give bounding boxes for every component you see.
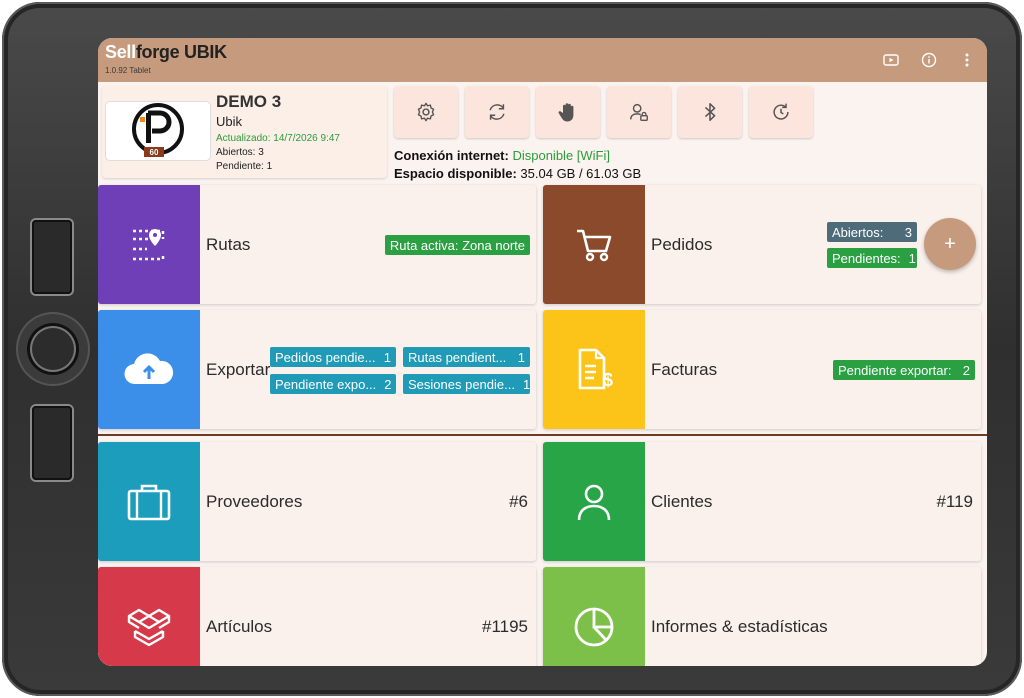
pedidos-square — [543, 185, 645, 304]
hand-button[interactable] — [536, 86, 600, 138]
settings-button[interactable] — [394, 86, 458, 138]
play-video-icon[interactable] — [879, 48, 903, 72]
side-button-bottom — [32, 406, 72, 480]
company-name: DEMO 3 — [216, 92, 282, 111]
bluetooth-icon — [704, 102, 716, 122]
facturas-square: $ — [543, 310, 645, 429]
tile-rutas[interactable]: Rutas Ruta activa: Zona norte — [98, 185, 536, 304]
history-icon — [773, 103, 789, 120]
boxes-icon — [127, 608, 171, 646]
app-version: 1.0.92 Tablet — [105, 66, 151, 75]
bluetooth-button[interactable] — [678, 86, 742, 138]
tile-exportar[interactable]: Exportar Pedidos pendie... 1 Rutas pendie… — [98, 310, 536, 429]
cloud-upload-icon — [124, 352, 174, 384]
active-route-badge: Ruta activa: Zona norte — [384, 235, 530, 255]
proveedores-square — [98, 442, 200, 561]
sync-icon — [489, 104, 505, 120]
open-count: Abiertos: 3 — [216, 147, 264, 158]
history-button[interactable] — [749, 86, 813, 138]
sync-button[interactable] — [465, 86, 529, 138]
tile-articulos[interactable]: Artículos #1195 — [98, 567, 536, 666]
user-icon — [577, 484, 611, 520]
company-subtitle: Ubik — [216, 114, 243, 129]
info-icon[interactable] — [917, 48, 941, 72]
side-button-top — [32, 220, 72, 294]
articulos-label: Artículos — [206, 616, 273, 636]
home-button — [18, 314, 88, 384]
export-routes-badge: Rutas pendient... 1 — [403, 347, 530, 367]
app-bar: Sellforge UBIK 1.0.92 Tablet — [98, 38, 987, 82]
svg-text:60: 60 — [150, 148, 159, 157]
pie-chart-icon — [574, 607, 614, 646]
tile-pedidos[interactable]: Pedidos Abiertos: 3 Pendientes: 1 + — [543, 185, 981, 304]
clientes-label: Clientes — [651, 491, 713, 511]
svg-text:$: $ — [603, 370, 613, 390]
tile-informes[interactable]: Informes & estadísticas — [543, 567, 981, 666]
export-orders-badge: Pedidos pendie... 1 — [270, 347, 396, 367]
hand-icon — [558, 103, 574, 122]
open-orders-badge: Abiertos: 3 — [827, 222, 917, 242]
new-order-fab[interactable]: + — [924, 218, 976, 270]
export-sessions-badge: Sesiones pendie... 1 — [403, 374, 530, 394]
pending-count: Pendiente: 1 — [216, 161, 273, 172]
pending-orders-badge: Pendientes: 1 — [827, 248, 917, 268]
settings-icon — [417, 102, 435, 122]
clientes-count: #119 — [936, 491, 973, 511]
route-icon — [133, 228, 165, 260]
invoices-pending-badge: Pendiente exportar: 2 — [833, 360, 975, 380]
more-vert-icon[interactable] — [955, 48, 979, 72]
rutas-label: Rutas — [206, 234, 251, 254]
tile-clientes[interactable]: Clientes #119 — [543, 442, 981, 561]
app-title: Sellforge UBIK — [105, 42, 227, 62]
tablet-frame: Sellforge UBIK 1.0.92 Tablet 60 DEMO 3 U… — [2, 2, 1022, 696]
informes-square — [543, 567, 645, 666]
exportar-label: Exportar — [206, 359, 271, 379]
section-divider — [98, 434, 987, 436]
cart-icon — [577, 229, 612, 261]
last-updated: Actualizado: 14/7/2026 9:47 — [216, 133, 340, 144]
briefcase-icon — [127, 484, 171, 520]
tile-proveedores[interactable]: Proveedores #6 — [98, 442, 536, 561]
clientes-square — [543, 442, 645, 561]
internet-status: Conexión internet: Disponible [WiFi] — [394, 148, 610, 163]
proveedores-count: #6 — [509, 491, 528, 511]
rutas-square — [98, 185, 200, 304]
company-logo: 60 — [106, 102, 210, 160]
articulos-square — [98, 567, 200, 666]
invoice-icon: $ — [578, 348, 613, 390]
storage-status: Espacio disponible: 35.04 GB / 61.03 GB — [394, 166, 642, 181]
articulos-count: #1195 — [481, 616, 528, 636]
facturas-label: Facturas — [651, 359, 718, 379]
tile-facturas[interactable]: $ Facturas Pendiente exportar: 2 — [543, 310, 981, 429]
proveedores-label: Proveedores — [206, 491, 303, 511]
exportar-square — [98, 310, 200, 429]
app-screen: Sellforge UBIK 1.0.92 Tablet 60 DEMO 3 U… — [98, 38, 987, 666]
user-lock-icon — [630, 103, 648, 121]
toolbar — [394, 86, 813, 138]
informes-label: Informes & estadísticas — [651, 616, 828, 636]
company-card[interactable]: 60 DEMO 3 Ubik Actualizado: 14/7/2026 9:… — [102, 86, 387, 178]
user-lock-button[interactable] — [607, 86, 671, 138]
pedidos-label: Pedidos — [651, 234, 713, 254]
export-pending-badge: Pendiente expo... 2 — [270, 374, 396, 394]
